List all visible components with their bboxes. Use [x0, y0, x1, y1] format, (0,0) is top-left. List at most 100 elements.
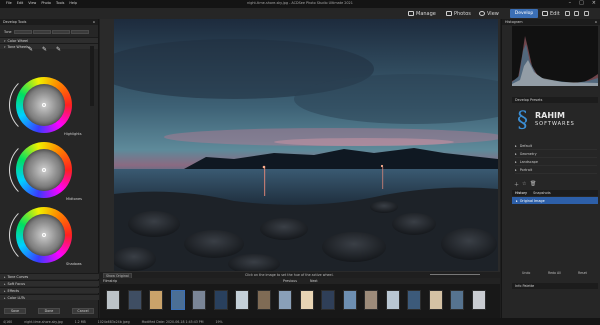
tone-segment-3[interactable]: [51, 30, 70, 34]
mode-manage-button[interactable]: Manage: [408, 9, 436, 18]
tone-curves-label: Tone Curves: [7, 274, 29, 279]
cancel-button[interactable]: Cancel: [72, 308, 94, 314]
status-bar: 4/160 night-time-shore-sky.jpg 1.2 MB 10…: [0, 318, 600, 325]
done-button[interactable]: Done: [38, 308, 60, 314]
filmstrip-thumbnail[interactable]: [149, 290, 163, 310]
preset-default-label: Default: [519, 144, 533, 148]
mode-edit-button[interactable]: Edit: [542, 9, 560, 18]
panel-title-bar: Develop Tools ▫: [0, 19, 98, 25]
effects-section[interactable]: ▸ Effects: [0, 287, 99, 293]
close-icon[interactable]: ×: [592, 0, 596, 6]
filmstrip-thumbnail[interactable]: [235, 290, 249, 310]
menu-file[interactable]: File: [6, 1, 12, 5]
caret-right-icon: ▸: [4, 281, 6, 286]
star-icon[interactable]: ☆: [522, 181, 526, 187]
eyedropper-plus-icon[interactable]: ✎: [42, 46, 47, 53]
filmstrip-thumbnail[interactable]: [428, 290, 443, 310]
filmstrip-thumbnail[interactable]: [192, 290, 206, 310]
tone-segment-1[interactable]: [13, 30, 32, 34]
left-panel-scrollbar[interactable]: [90, 46, 94, 106]
shadows-wheel[interactable]: [16, 207, 72, 263]
delete-icon[interactable]: 🗑: [530, 181, 536, 187]
highlights-wheel[interactable]: [16, 77, 72, 133]
tone-segment-2[interactable]: [32, 30, 51, 34]
save-button[interactable]: Save: [4, 308, 26, 314]
filmstrip-thumbnail[interactable]: [407, 290, 421, 310]
zoom-slider[interactable]: [430, 274, 480, 275]
filmstrip-thumbnail[interactable]: [471, 290, 486, 310]
tab-history[interactable]: History: [515, 191, 527, 195]
reset-button[interactable]: Reset: [578, 271, 587, 276]
logo-subtitle: SOFTWARES: [535, 121, 575, 127]
develop-presets-title: Develop Presets: [515, 98, 543, 102]
caret-right-icon: ▸: [4, 274, 6, 279]
develop-presets-title-bar: Develop Presets: [512, 97, 598, 103]
caret-right-icon: ▸: [4, 288, 6, 293]
mode-view-button[interactable]: View: [479, 9, 499, 18]
minimize-icon[interactable]: –: [569, 0, 572, 6]
menu-tools[interactable]: Tools: [56, 1, 64, 5]
filmstrip-thumbnail[interactable]: [385, 290, 400, 310]
preset-landscape-label: Landscape: [519, 160, 538, 164]
history-item-label: Original Image: [519, 198, 545, 203]
histogram-graph: [512, 36, 598, 86]
filmstrip-thumbnail[interactable]: [170, 290, 185, 310]
caret-right-icon: ▸: [516, 198, 518, 203]
color-luts-section[interactable]: ▸ Color LUTs: [0, 294, 99, 300]
tone-segmented-control[interactable]: [13, 30, 89, 34]
filmstrip-thumbnail[interactable]: [364, 290, 378, 310]
add-preset-icon[interactable]: ＋: [514, 181, 519, 188]
eyedropper-icon[interactable]: ✎: [28, 46, 33, 53]
pin-icon[interactable]: ▫: [93, 20, 95, 24]
status-zoom: 19%: [215, 319, 223, 324]
tone-curves-section[interactable]: ▸ Tone Curves: [0, 273, 99, 279]
dashboard-icon[interactable]: [574, 11, 579, 16]
shadows-handle[interactable]: [42, 233, 46, 237]
preset-portrait[interactable]: ▸ Portrait: [515, 167, 597, 174]
menu-view[interactable]: View: [28, 1, 36, 5]
histogram-title-bar: Histogram ▫: [502, 19, 600, 25]
main-photo[interactable]: [114, 19, 498, 271]
menu-help[interactable]: Help: [69, 1, 77, 5]
filmstrip-thumbnail[interactable]: [106, 290, 120, 310]
preset-geometry[interactable]: ▸ Geometry: [515, 151, 597, 158]
midtones-handle[interactable]: [42, 168, 46, 172]
tab-snapshots[interactable]: Snapshots: [533, 191, 551, 195]
edit-icon: [542, 11, 548, 16]
highlights-handle[interactable]: [42, 103, 46, 107]
preset-landscape[interactable]: ▸ Landscape: [515, 159, 597, 166]
filmstrip-thumbnail[interactable]: [213, 290, 228, 310]
undo-button[interactable]: Undo: [522, 271, 530, 276]
caret-down-icon: ▾: [4, 44, 6, 49]
tone-segment-4[interactable]: [70, 30, 89, 34]
mode-develop-button[interactable]: Develop: [510, 9, 538, 18]
highlights-label: Highlights: [64, 132, 82, 136]
filmstrip-thumbnail[interactable]: [321, 290, 335, 310]
filmstrip-thumbnail[interactable]: [342, 290, 357, 310]
camera-icon[interactable]: [565, 11, 570, 16]
redo-all-button[interactable]: Redo All: [548, 271, 561, 276]
filmstrip-thumbnail[interactable]: [450, 290, 464, 310]
history-item-original[interactable]: ▸ Original Image: [512, 197, 598, 204]
maximize-icon[interactable]: □: [579, 0, 584, 6]
info-palette-title: Info Palette: [515, 284, 535, 288]
filmstrip-previous-button[interactable]: Previous: [283, 279, 297, 283]
menu-photo[interactable]: Photo: [41, 1, 51, 5]
canvas-hint: Click on the image to set the hue of the…: [245, 273, 334, 277]
filmstrip-thumbnail[interactable]: [278, 290, 292, 310]
filmstrip-thumbnail[interactable]: [299, 290, 314, 310]
status-filesize: 1.2 MB: [74, 319, 86, 324]
preset-default[interactable]: ▸ Default: [515, 143, 597, 150]
menu-edit[interactable]: Edit: [17, 1, 24, 5]
filmstrip-thumbnail[interactable]: [256, 290, 271, 310]
filmstrip-thumbnail[interactable]: [127, 290, 142, 310]
tone-wheels-section[interactable]: ▾ Tone Wheels: [0, 43, 98, 49]
shadows-label: Shadows: [66, 262, 82, 266]
pin-icon[interactable]: ▫: [595, 20, 597, 24]
mode-photos-button[interactable]: Photos: [446, 9, 471, 18]
midtones-wheel[interactable]: [16, 142, 72, 198]
soft-focus-section[interactable]: ▸ Soft Focus: [0, 280, 99, 286]
filmstrip-next-button[interactable]: Next: [310, 279, 318, 283]
settings-icon[interactable]: [584, 11, 589, 16]
eyedropper-minus-icon[interactable]: ✎: [56, 46, 61, 53]
